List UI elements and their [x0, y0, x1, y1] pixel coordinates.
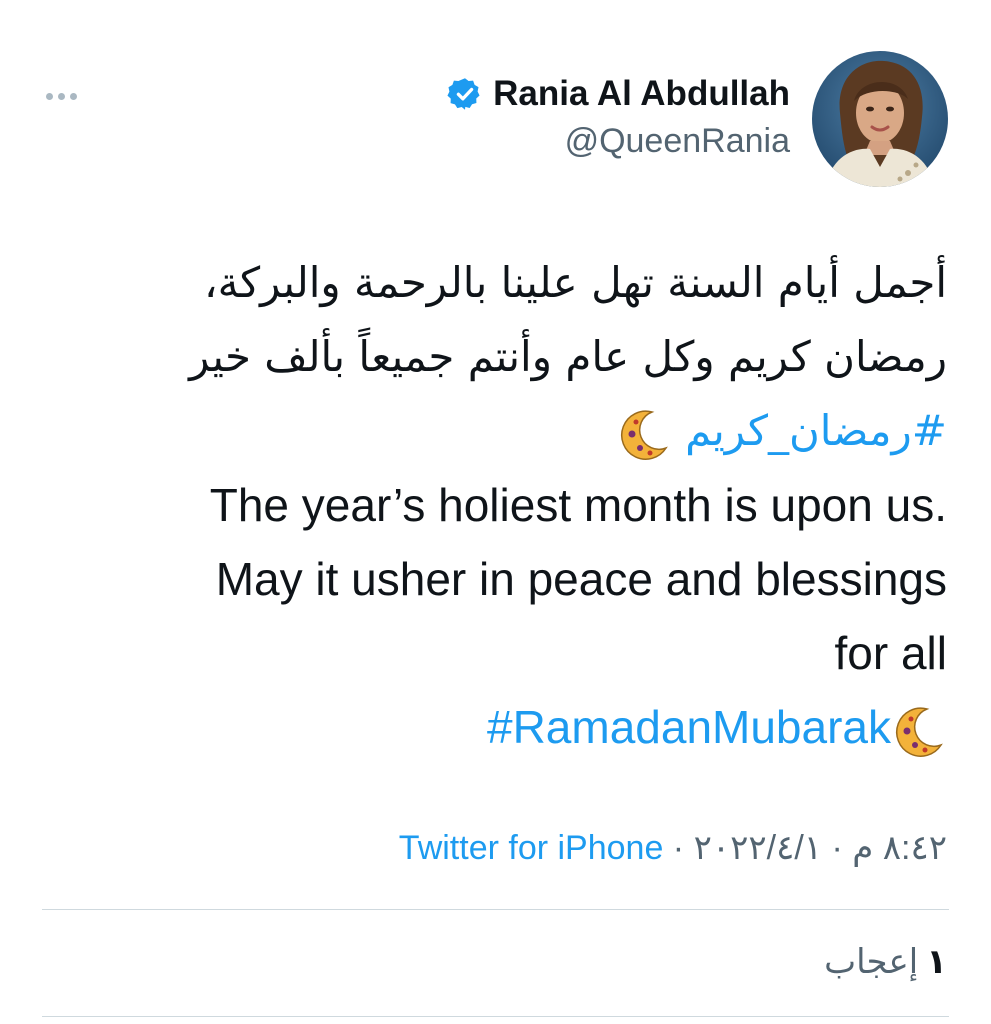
likes-label: إعجاب [824, 943, 919, 981]
more-dot [70, 92, 77, 100]
tweet-english-line-1: The year’s holiest month is upon us. [209, 479, 947, 531]
more-dot [46, 92, 53, 100]
likes-count: ١ [926, 943, 947, 981]
divider [42, 1016, 949, 1017]
crescent-moon-icon [895, 707, 943, 757]
tweet-metadata: Twitter for iPhone · ٨:٤٢ م · ٢٠٢٢/٤/١ [399, 828, 947, 868]
author-display-name[interactable]: Rania Al Abdullah [493, 74, 790, 114]
tweet-arabic-line-1: أجمل أيام السنة تهل علينا بالرحمة والبرك… [204, 258, 947, 307]
tweet-date[interactable]: ٢٠٢٢/٤/١ [694, 829, 822, 867]
tweet-time[interactable]: ٨:٤٢ م [852, 829, 947, 867]
tweet-english-hashtag-line: #RamadanMubarak [46, 690, 947, 764]
more-dot [58, 92, 65, 100]
verified-badge-icon [447, 78, 480, 110]
meta-separator: · [663, 829, 694, 867]
tweet-text: أجمل أيام السنة تهل علينا بالرحمة والبرك… [46, 246, 947, 764]
crescent-moon-icon [620, 409, 668, 460]
tweet-english-line-3: for all [834, 627, 947, 679]
tweet-arabic-line-2: رمضان كريم وكل عام وأنتم جميعاً بألف خير [189, 332, 947, 381]
author-name-row[interactable]: Rania Al Abdullah [447, 74, 790, 114]
hashtag-link-arabic[interactable]: #رمضان_كريم [685, 406, 947, 455]
tweet-english-line-2: May it usher in peace and blessings [215, 553, 947, 605]
likes-count-link[interactable]: ١إعجاب [824, 942, 947, 982]
tweet-source-link[interactable]: Twitter for iPhone [399, 829, 664, 867]
author-handle[interactable]: @QueenRania [565, 122, 790, 161]
divider [42, 909, 949, 910]
tweet-arabic-hashtag-line: #رمضان_كريم [46, 394, 947, 468]
more-options-button[interactable] [46, 86, 86, 106]
meta-separator: · [822, 829, 853, 867]
hashtag-link-english[interactable]: #RamadanMubarak [487, 701, 891, 753]
avatar[interactable] [812, 51, 948, 187]
avatar-image [812, 51, 948, 187]
